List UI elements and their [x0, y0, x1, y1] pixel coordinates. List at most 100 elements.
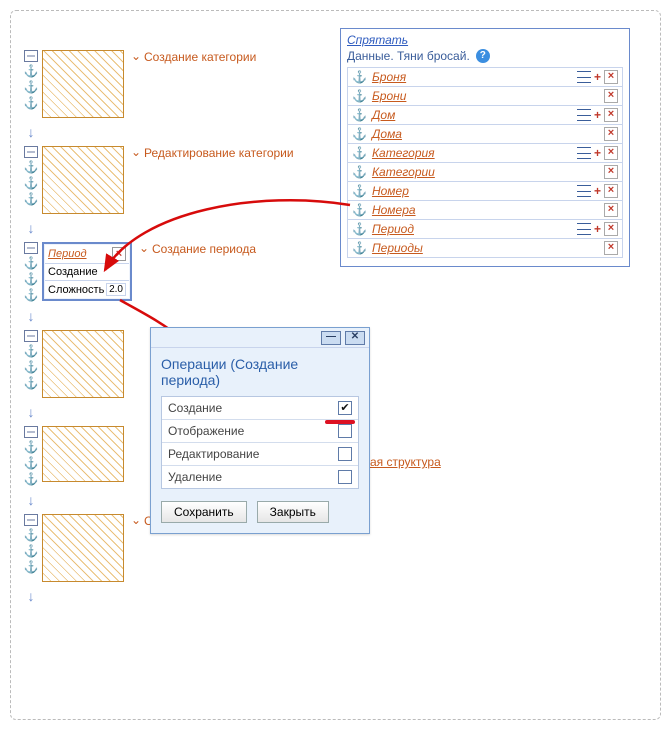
delete-icon[interactable]: ×: [604, 165, 618, 179]
data-item-label[interactable]: Броня: [372, 70, 406, 84]
checkbox[interactable]: [338, 447, 352, 461]
delete-icon[interactable]: ×: [604, 241, 618, 255]
list-icon[interactable]: [577, 147, 591, 159]
checkbox[interactable]: [338, 470, 352, 484]
data-item-label[interactable]: Номер: [372, 184, 409, 198]
list-icon[interactable]: [577, 223, 591, 235]
anchor-icon[interactable]: ⚓: [24, 544, 39, 558]
data-item-label[interactable]: Периоды: [372, 241, 423, 255]
block-placeholder[interactable]: [42, 514, 124, 582]
anchor-icon[interactable]: ⚓: [24, 528, 39, 542]
chevron-down-icon[interactable]: ⌄: [138, 241, 150, 255]
data-row[interactable]: ⚓ Броня +×: [348, 68, 622, 87]
help-icon[interactable]: ?: [476, 49, 490, 63]
anchor-icon[interactable]: ⚓: [24, 160, 39, 174]
anchor-icon[interactable]: ⚓: [24, 288, 39, 302]
delete-icon[interactable]: ×: [604, 203, 618, 217]
anchor-icon[interactable]: ⚓: [352, 241, 367, 255]
other-structure-link[interactable]: ая структура: [370, 455, 441, 469]
delete-icon[interactable]: ×: [604, 89, 618, 103]
collapse-icon[interactable]: [24, 514, 38, 526]
checkbox[interactable]: [338, 424, 352, 438]
data-item-label[interactable]: Дома: [372, 127, 402, 141]
collapse-icon[interactable]: [24, 242, 38, 254]
anchor-icon[interactable]: ⚓: [24, 456, 39, 470]
block-placeholder[interactable]: [42, 50, 124, 118]
collapse-icon[interactable]: [24, 426, 38, 438]
chevron-down-icon[interactable]: ⌄: [130, 513, 142, 527]
delete-icon[interactable]: ×: [604, 70, 618, 84]
data-row[interactable]: ⚓ Категория +×: [348, 144, 622, 163]
close-icon[interactable]: ×: [112, 247, 126, 261]
delete-icon[interactable]: ×: [604, 127, 618, 141]
anchor-icon[interactable]: ⚓: [24, 256, 39, 270]
anchor-icon[interactable]: ⚓: [24, 96, 39, 110]
data-item-label[interactable]: Период: [372, 222, 414, 236]
data-item-label[interactable]: Брони: [372, 89, 406, 103]
operations-dialog[interactable]: — ✕ Операции (Создание периода) Создание…: [150, 327, 370, 534]
data-row[interactable]: ⚓ Номер +×: [348, 182, 622, 201]
data-row[interactable]: ⚓ Номера ×: [348, 201, 622, 220]
list-icon[interactable]: [577, 109, 591, 121]
list-icon[interactable]: [577, 185, 591, 197]
data-item-label[interactable]: Номера: [372, 203, 416, 217]
delete-icon[interactable]: ×: [604, 184, 618, 198]
list-icon[interactable]: [577, 71, 591, 83]
anchor-icon[interactable]: ⚓: [24, 472, 39, 486]
anchor-icon[interactable]: ⚓: [352, 184, 367, 198]
block-placeholder[interactable]: [42, 146, 124, 214]
anchor-icon[interactable]: ⚓: [24, 560, 39, 574]
anchor-icon[interactable]: ⚓: [352, 203, 367, 217]
collapse-icon[interactable]: [24, 330, 38, 342]
period-box[interactable]: Период × Создание Сложность 2.0: [42, 242, 132, 301]
anchor-icon[interactable]: ⚓: [24, 176, 39, 190]
delete-icon[interactable]: ×: [604, 146, 618, 160]
anchor-icon[interactable]: ⚓: [24, 64, 39, 78]
period-link[interactable]: Период: [48, 248, 87, 260]
save-button[interactable]: Сохранить: [161, 501, 247, 523]
data-row[interactable]: ⚓ Брони ×: [348, 87, 622, 106]
block-placeholder[interactable]: [42, 426, 124, 482]
data-row[interactable]: ⚓ Дома ×: [348, 125, 622, 144]
data-item-label[interactable]: Дом: [372, 108, 395, 122]
block-placeholder[interactable]: [42, 330, 124, 398]
minimize-button[interactable]: —: [321, 331, 341, 345]
anchor-icon[interactable]: ⚓: [24, 80, 39, 94]
plus-icon[interactable]: +: [594, 70, 601, 84]
close-button[interactable]: ✕: [345, 331, 365, 345]
data-item-label[interactable]: Категории: [372, 165, 435, 179]
data-item-label[interactable]: Категория: [372, 146, 435, 160]
data-row[interactable]: ⚓ Дом +×: [348, 106, 622, 125]
anchor-icon[interactable]: ⚓: [352, 89, 367, 103]
chevron-down-icon[interactable]: ⌄: [130, 49, 142, 63]
chevron-down-icon[interactable]: ⌄: [130, 145, 142, 159]
plus-icon[interactable]: +: [594, 184, 601, 198]
collapse-icon[interactable]: [24, 146, 38, 158]
delete-icon[interactable]: ×: [604, 222, 618, 236]
anchor-icon[interactable]: ⚓: [352, 222, 367, 236]
close-dialog-button[interactable]: Закрыть: [257, 501, 329, 523]
data-row[interactable]: ⚓ Периоды ×: [348, 239, 622, 257]
operation-row[interactable]: Редактирование: [162, 443, 358, 466]
anchor-icon[interactable]: ⚓: [352, 70, 367, 84]
anchor-icon[interactable]: ⚓: [24, 440, 39, 454]
anchor-icon[interactable]: ⚓: [352, 108, 367, 122]
collapse-icon[interactable]: [24, 50, 38, 62]
anchor-icon[interactable]: ⚓: [24, 344, 39, 358]
anchor-icon[interactable]: ⚓: [24, 360, 39, 374]
anchor-icon[interactable]: ⚓: [352, 146, 367, 160]
data-row[interactable]: ⚓ Период +×: [348, 220, 622, 239]
plus-icon[interactable]: +: [594, 146, 601, 160]
plus-icon[interactable]: +: [594, 222, 601, 236]
anchor-icon[interactable]: ⚓: [352, 127, 367, 141]
anchor-icon[interactable]: ⚓: [24, 272, 39, 286]
dialog-titlebar[interactable]: — ✕: [151, 328, 369, 348]
operation-row[interactable]: Удаление: [162, 466, 358, 488]
plus-icon[interactable]: +: [594, 108, 601, 122]
anchor-icon[interactable]: ⚓: [352, 165, 367, 179]
hide-link[interactable]: Спрятать: [347, 33, 408, 47]
checkbox[interactable]: ✔: [338, 401, 352, 415]
delete-icon[interactable]: ×: [604, 108, 618, 122]
operation-row[interactable]: Создание✔: [162, 397, 358, 420]
anchor-icon[interactable]: ⚓: [24, 376, 39, 390]
